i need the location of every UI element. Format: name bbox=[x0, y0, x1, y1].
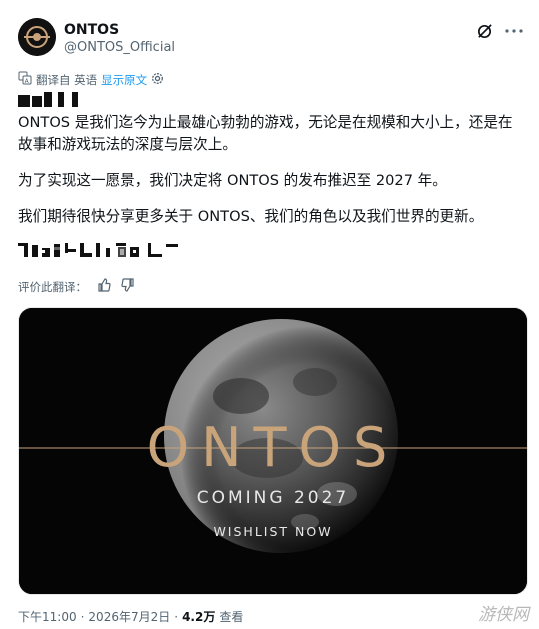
tweet-header: ONTOS @ONTOS_Official bbox=[18, 16, 523, 60]
tweet-paragraph: 我们期待很快分享更多关于 ONTOS、我们的角色以及我们世界的更新。 bbox=[18, 208, 484, 225]
account-name[interactable]: ONTOS bbox=[64, 22, 119, 38]
translation-info: A 翻译自 英语 显示原文 bbox=[18, 71, 164, 88]
tweet-footer: 下午11:00 · 2026年7月2日 · 4.2万 查看 bbox=[18, 608, 243, 625]
ontos-logo-icon bbox=[18, 18, 56, 56]
thumbs-down-icon[interactable] bbox=[121, 278, 135, 295]
account-handle[interactable]: @ONTOS_Official bbox=[64, 40, 175, 55]
ontos-logo-text: ONTOS bbox=[146, 416, 400, 479]
settings-gear-icon[interactable] bbox=[151, 72, 164, 88]
watermark-text: 游侠网 bbox=[478, 605, 529, 625]
wishlist-text: WISHLIST NOW bbox=[213, 524, 333, 539]
rate-translation: 评价此翻译： bbox=[18, 278, 135, 295]
media-card[interactable]: ONTOS COMING 2027 WISHLIST NOW bbox=[18, 307, 528, 595]
show-original-link[interactable]: 显示原文 bbox=[101, 72, 147, 88]
tweet-body: ONTOS 是我们迄今为止最雄心勃勃的游戏，无论是在规模和大小上，还是在故事和游… bbox=[18, 112, 526, 242]
tweet-paragraph: 为了实现这一愿景，我们决定将 ONTOS 的发布推迟至 2027 年。 bbox=[18, 172, 447, 189]
view-count: 4.2万 bbox=[182, 610, 216, 624]
views-label: 查看 bbox=[219, 610, 244, 624]
coming-date-text: COMING 2027 bbox=[196, 488, 350, 508]
separator-dot: · bbox=[174, 610, 179, 624]
thumbs-up-icon[interactable] bbox=[97, 278, 111, 295]
grok-icon[interactable] bbox=[475, 22, 493, 40]
more-options-icon[interactable] bbox=[505, 22, 523, 40]
rate-translation-label: 评价此翻译： bbox=[18, 279, 87, 294]
translated-from-label: 翻译自 英语 bbox=[36, 72, 98, 87]
tweet-paragraph: ONTOS 是我们迄今为止最雄心勃勃的游戏，无论是在规模和大小上，还是在故事和游… bbox=[18, 114, 513, 153]
tweet-time[interactable]: 下午11:00 bbox=[18, 608, 77, 625]
tweet-date[interactable]: 2026年7月2日 bbox=[88, 608, 170, 625]
avatar[interactable] bbox=[18, 18, 56, 56]
translate-icon: A bbox=[18, 71, 32, 88]
separator-dot: · bbox=[80, 610, 85, 624]
redacted-line bbox=[18, 243, 178, 257]
